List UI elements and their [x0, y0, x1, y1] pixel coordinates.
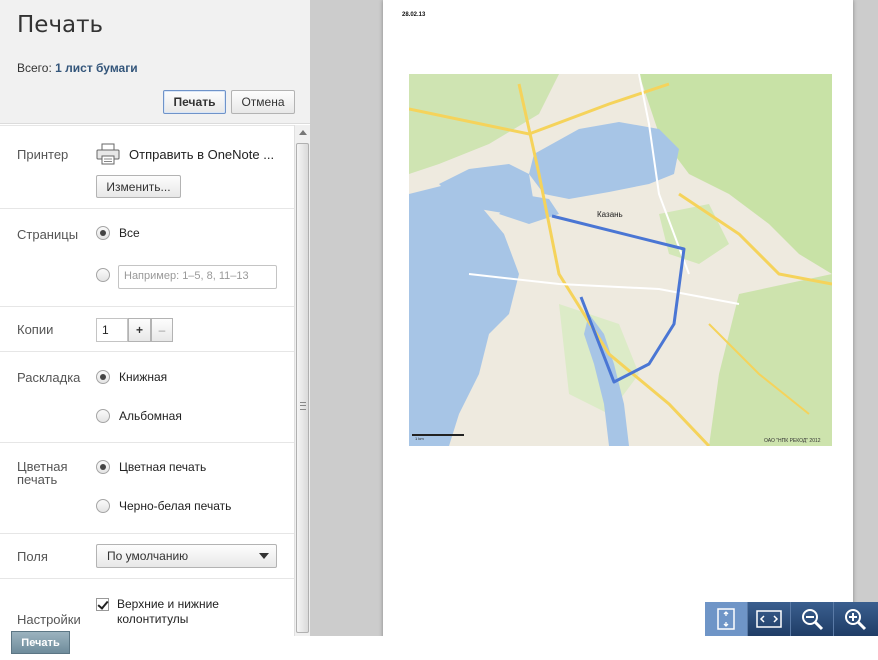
pages-label: Страницы — [17, 227, 79, 242]
pages-all-radio[interactable] — [96, 226, 110, 240]
options-section: Настройки Верхние и нижние колонтитулы — [0, 579, 294, 635]
map-city-label: Казань — [597, 210, 623, 219]
settings-list: Принтер Отправить в OneNote ... Изменить… — [0, 125, 294, 635]
layout-label: Раскладка — [17, 370, 81, 385]
copies-decrement-button[interactable]: – — [151, 318, 173, 342]
chevron-down-icon — [259, 553, 269, 559]
map-image: Казань 1 km ОАО "НПК РЕКОД" 2012 — [409, 74, 832, 446]
printer-section: Принтер Отправить в OneNote ... Изменить… — [0, 126, 294, 209]
printer-name: Отправить в OneNote ... — [129, 147, 275, 162]
layout-section: Раскладка Книжная Альбомная — [0, 352, 294, 443]
scroll-thumb[interactable] — [296, 143, 309, 633]
color-radio[interactable] — [96, 460, 110, 474]
fit-page-button[interactable] — [705, 602, 748, 636]
margins-select[interactable]: По умолчанию — [96, 544, 277, 568]
landscape-label: Альбомная — [119, 409, 182, 423]
taskbar-print-button[interactable]: Печать — [11, 631, 70, 654]
copies-input[interactable]: 1 — [96, 318, 128, 342]
bw-option-label: Черно-белая печать — [119, 499, 232, 513]
portrait-radio[interactable] — [96, 370, 110, 384]
printer-icon — [96, 143, 120, 165]
zoom-toolbar — [705, 602, 878, 636]
print-header: Печать Всего: 1 лист бумаги Печать Отмен… — [0, 0, 310, 124]
zoom-out-icon — [802, 609, 824, 631]
pages-custom-radio[interactable] — [96, 268, 110, 282]
cancel-button[interactable]: Отмена — [231, 90, 295, 114]
summary-prefix: Всего: — [17, 61, 52, 75]
portrait-label: Книжная — [119, 370, 168, 384]
settings-scrollbar[interactable] — [294, 125, 310, 636]
zoom-in-icon — [845, 609, 867, 631]
bottom-strip — [0, 636, 878, 660]
zoom-in-button[interactable] — [834, 602, 877, 636]
sheet-summary: Всего: 1 лист бумаги — [17, 61, 138, 75]
color-label: Цветная печать — [17, 459, 68, 487]
print-button[interactable]: Печать — [163, 90, 226, 114]
change-printer-button[interactable]: Изменить... — [96, 175, 181, 198]
grip-icon — [300, 402, 306, 410]
layout-landscape-option[interactable]: Альбомная — [96, 409, 182, 423]
copies-label: Копии — [17, 322, 54, 337]
bw-radio[interactable] — [96, 499, 110, 513]
bw-option[interactable]: Черно-белая печать — [96, 499, 231, 513]
layout-portrait-option[interactable]: Книжная — [96, 370, 167, 384]
fit-width-button[interactable] — [748, 602, 791, 636]
pages-range-input[interactable]: Например: 1–5, 8, 11–13 — [118, 265, 277, 289]
print-settings-panel: Печать Всего: 1 лист бумаги Печать Отмен… — [0, 0, 310, 660]
printer-label: Принтер — [17, 147, 69, 162]
headers-footers-checkbox[interactable] — [96, 598, 109, 611]
color-option[interactable]: Цветная печать — [96, 460, 206, 474]
color-option-label: Цветная печать — [119, 460, 207, 474]
headers-footers-label: Верхние и нижние колонтитулы — [117, 597, 219, 626]
zoom-out-button[interactable] — [791, 602, 834, 636]
options-label: Настройки — [17, 612, 81, 627]
page-header-date: 28.02.13 — [402, 12, 426, 18]
headers-footers-option[interactable]: Верхние и нижние колонтитулы — [96, 597, 237, 627]
pages-custom-option[interactable] — [96, 268, 119, 282]
margins-value: По умолчанию — [107, 549, 189, 563]
fit-page-icon — [717, 608, 735, 630]
pages-section: Страницы Все — [0, 209, 294, 307]
scroll-up-icon[interactable] — [299, 130, 307, 135]
color-section: Цветная печать Цветная печать Черно-бела… — [0, 443, 294, 534]
pages-all-option[interactable]: Все — [96, 226, 140, 240]
map-copyright: ОАО "НПК РЕКОД" 2012 — [764, 438, 821, 444]
margins-label: Поля — [17, 549, 48, 564]
page-title: Печать — [17, 12, 104, 38]
map-scale-label: 1 km — [415, 436, 424, 441]
copies-increment-button[interactable]: + — [128, 318, 151, 342]
preview-page: 28.02.13 Казань 1 km ОАО "НПК РЕКОД" 201… — [383, 0, 853, 636]
landscape-radio[interactable] — [96, 409, 110, 423]
pages-all-label: Все — [119, 226, 140, 240]
print-preview-area: 28.02.13 Казань 1 km ОАО "НПК РЕКОД" 201… — [310, 0, 878, 636]
summary-value: 1 лист бумаги — [55, 61, 138, 75]
fit-width-icon — [756, 610, 782, 628]
